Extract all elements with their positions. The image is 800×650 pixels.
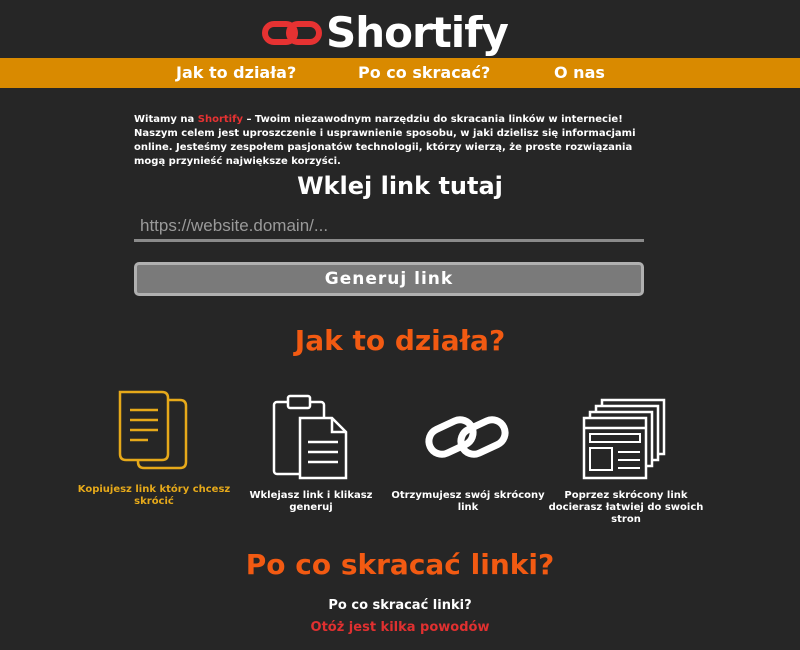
url-input[interactable] bbox=[134, 212, 644, 242]
logo-text: Shortify bbox=[326, 8, 509, 57]
web-pages-icon bbox=[582, 398, 666, 480]
step-label-copy: Kopiujesz link który chcesz skrócić bbox=[77, 484, 231, 507]
why-shorten-heading: Po co skracać linki? bbox=[245, 548, 555, 581]
intro-paragraph: Witamy na Shortify – Twoim niezawodnym n… bbox=[134, 113, 664, 169]
step-label-paste: Wklejasz link i klikasz generuj bbox=[249, 490, 373, 513]
nav-item-how-it-works[interactable]: Jak to działa? bbox=[176, 63, 296, 82]
intro-brand: Shortify bbox=[197, 114, 243, 125]
chain-link-icon bbox=[262, 20, 322, 45]
step-label-reach: Poprzez skrócony link docierasz łatwiej … bbox=[548, 490, 704, 525]
how-it-works-heading: Jak to działa? bbox=[294, 324, 506, 357]
why-question: Po co skracać linki? bbox=[328, 598, 472, 613]
chain-link-icon bbox=[425, 416, 509, 458]
paste-link-heading: Wklej link tutaj bbox=[297, 172, 503, 200]
header: Shortify bbox=[0, 0, 800, 58]
nav-item-why-shorten[interactable]: Po co skracać? bbox=[358, 63, 490, 82]
generate-link-button[interactable]: Generuj link bbox=[134, 262, 644, 296]
reasons-link[interactable]: Otóż jest kilka powodów bbox=[0, 620, 800, 635]
copy-documents-icon bbox=[118, 390, 188, 470]
nav-bar: Jak to działa? Po co skracać? O nas bbox=[0, 58, 800, 88]
nav-item-about[interactable]: O nas bbox=[554, 63, 605, 82]
clipboard-paste-icon bbox=[272, 394, 348, 480]
intro-prefix: Witamy na bbox=[134, 114, 198, 125]
logo[interactable]: Shortify bbox=[262, 8, 509, 57]
step-label-receive: Otrzymujesz swój skrócony link bbox=[391, 490, 545, 513]
